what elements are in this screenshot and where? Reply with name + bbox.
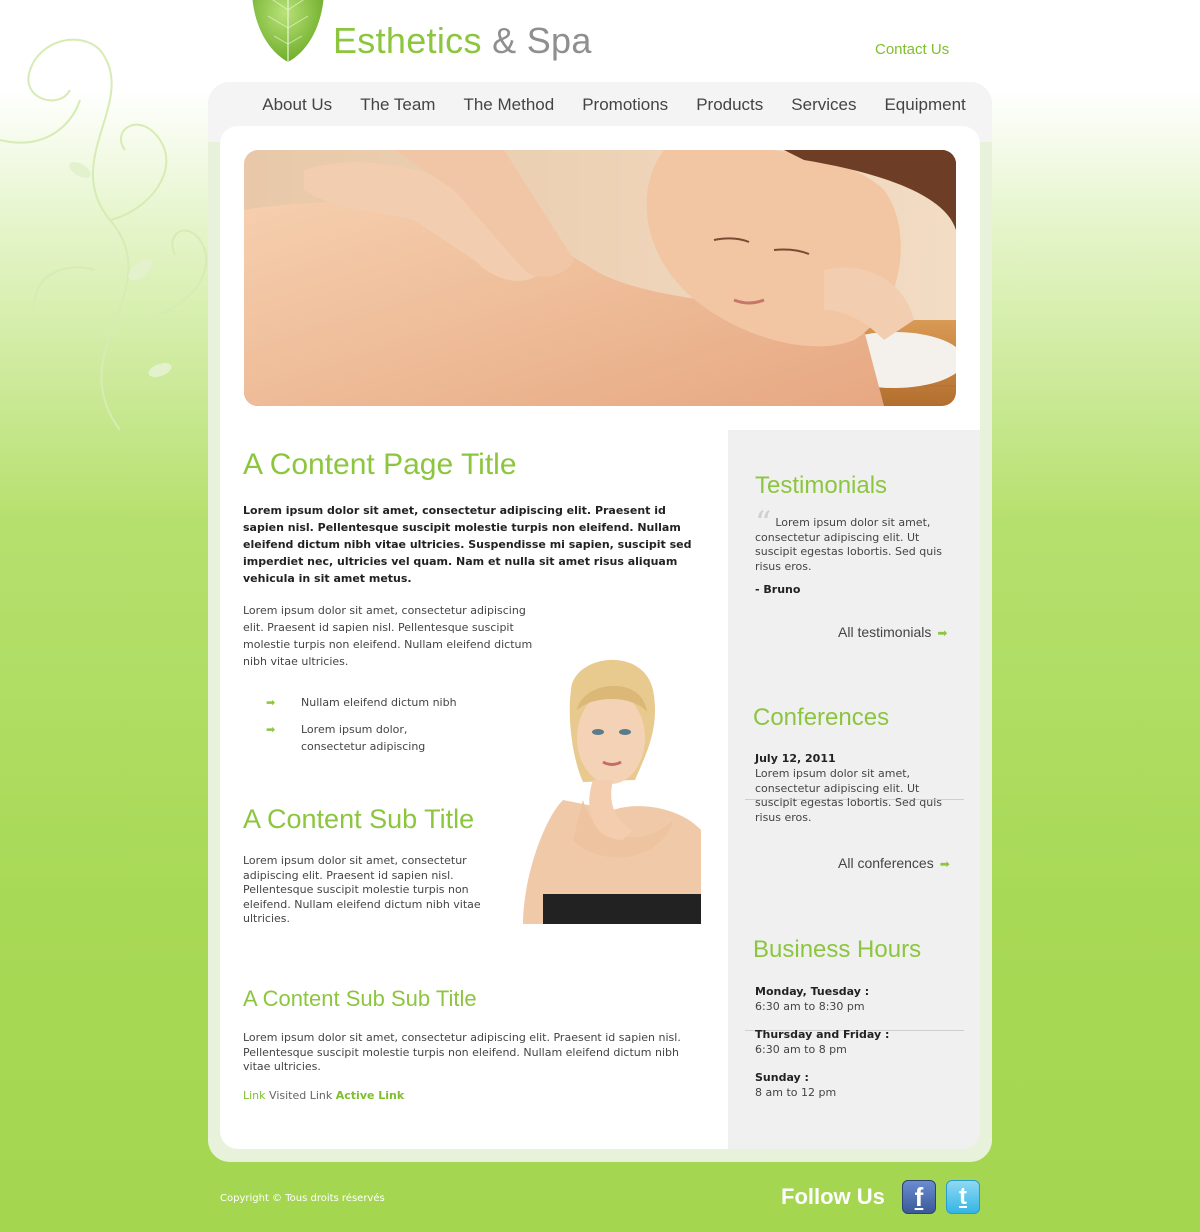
sidebar: Testimonials “Lorem ipsum dolor sit amet…: [728, 430, 980, 1149]
copyright-text: Copyright © Tous droits réservés: [220, 1193, 385, 1204]
facebook-icon[interactable]: f: [902, 1180, 936, 1214]
bullet-list: ➡ Nullam eleifend dictum nibh ➡ Lorem ipsu…: [266, 694, 457, 765]
arrow-right-icon: ➡: [937, 626, 948, 640]
follow-us-label: Follow Us: [781, 1184, 885, 1209]
list-item: ➡ Nullam eleifend dictum nibh: [266, 696, 457, 709]
hours-time: 8 am to 12 pm: [755, 1085, 837, 1099]
nav-item-the-team[interactable]: The Team: [346, 82, 449, 128]
hours-time: 6:30 am to 8 pm: [755, 1042, 847, 1056]
brand-secondary: Spa: [526, 20, 592, 61]
business-hours-list: Monday, Tuesday : 6:30 am to 8:30 pm Thu…: [755, 985, 889, 1100]
brand-title[interactable]: Esthetics & Spa: [333, 20, 592, 62]
sub-title: A Content Sub Title: [243, 804, 475, 834]
sub-sub-title-paragraph: Lorem ipsum dolor sit amet, consectetur …: [243, 1031, 681, 1073]
contact-us-link[interactable]: Contact Us: [875, 41, 949, 58]
brand-primary: Esthetics: [333, 20, 482, 61]
business-hours-title: Business Hours: [753, 936, 922, 963]
arrow-right-icon: ➡: [939, 857, 950, 871]
hours-days: Sunday :: [755, 1071, 809, 1084]
nav-item-the-method[interactable]: The Method: [449, 82, 568, 128]
hours-days: Thursday and Friday :: [755, 1028, 890, 1041]
conference-date: July 12, 2011: [755, 752, 836, 765]
lead-paragraph: Lorem ipsum dolor sit amet, consectetur …: [243, 504, 692, 585]
nav-item-about-us[interactable]: About Us: [220, 82, 346, 128]
brand-ampersand: &: [492, 20, 517, 61]
page-title: A Content Page Title: [243, 448, 517, 481]
sub-sub-title: A Content Sub Sub Title: [243, 986, 477, 1011]
testimonial-quote: “Lorem ipsum dolor sit amet, consectetur…: [755, 504, 942, 573]
content-card: Testimonials “Lorem ipsum dolor sit amet…: [220, 126, 980, 1149]
list-item: ➡ Lorem ipsum dolor, consectetur adipisci…: [266, 723, 426, 753]
decorative-swirl: [0, 38, 208, 431]
active-link-sample[interactable]: Active Link: [336, 1089, 404, 1102]
hours-days: Monday, Tuesday :: [755, 985, 870, 998]
intro-paragraph: Lorem ipsum dolor sit amet, consectetur …: [243, 604, 533, 668]
conferences-title: Conferences: [753, 704, 890, 731]
nav-item-services[interactable]: Services: [777, 82, 870, 128]
arrow-right-icon: ➡: [266, 723, 276, 736]
arrow-right-icon: ➡: [266, 696, 276, 709]
conference-text: Lorem ipsum dolor sit amet, consectetur …: [755, 767, 942, 824]
leaf-logo-icon[interactable]: [250, 0, 326, 64]
nav-item-promotions[interactable]: Promotions: [568, 82, 682, 128]
woman-portrait-image: [523, 650, 701, 924]
link-samples: Link Visited Link Active Link: [243, 1089, 404, 1102]
hours-time: 6:30 am to 8:30 pm: [755, 999, 865, 1013]
nav-item-products[interactable]: Products: [682, 82, 777, 128]
main-nav: About Us The Team The Method Promotions …: [208, 82, 992, 128]
hero-massage-image: [244, 150, 956, 406]
twitter-icon[interactable]: t: [946, 1180, 980, 1214]
sub-title-paragraph: Lorem ipsum dolor sit amet, consectetur …: [243, 854, 481, 925]
visited-link-sample[interactable]: Visited Link: [269, 1089, 332, 1102]
nav-item-equipment[interactable]: Equipment: [870, 82, 979, 128]
all-conferences-link[interactable]: All conferences ➡: [838, 855, 950, 871]
link-sample[interactable]: Link: [243, 1089, 266, 1102]
all-testimonials-link[interactable]: All testimonials ➡: [838, 624, 947, 640]
testimonials-title: Testimonials: [755, 472, 888, 499]
testimonial-author: - Bruno: [755, 583, 801, 596]
